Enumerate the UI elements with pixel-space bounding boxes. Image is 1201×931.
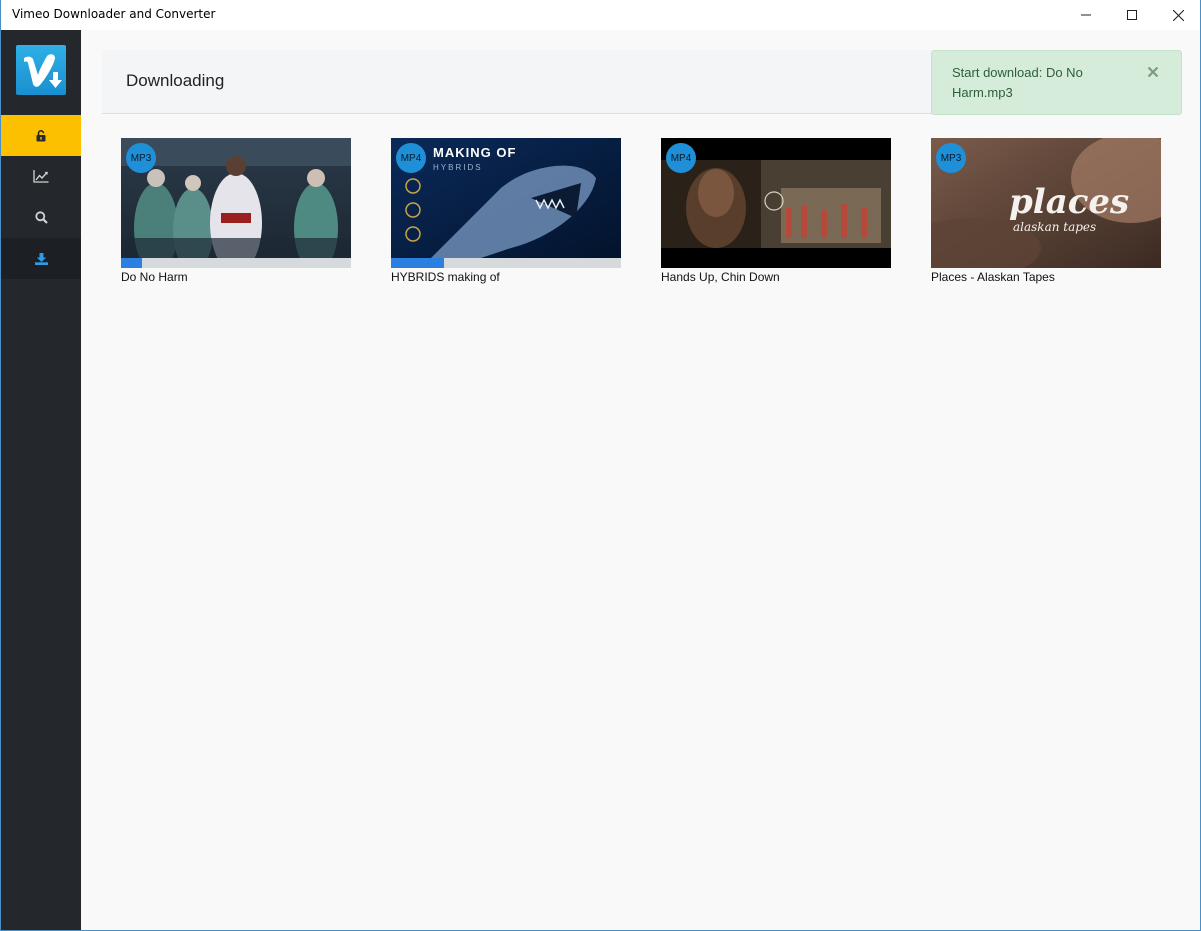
format-badge: MP4 — [666, 143, 696, 173]
unlock-icon — [36, 129, 46, 141]
download-card[interactable]: places alaskan tapes MP3 Places - Alaska… — [931, 138, 1161, 284]
maximize-button[interactable] — [1109, 0, 1155, 30]
window-title: Vimeo Downloader and Converter — [12, 7, 216, 21]
close-icon — [1172, 9, 1184, 21]
download-progress-bar — [391, 258, 621, 268]
video-thumbnail: MP4 — [661, 138, 891, 268]
toast-message: Start download: Do No Harm.mp3 — [952, 65, 1083, 100]
download-icon — [34, 252, 48, 265]
sidebar-item-unlock[interactable] — [1, 115, 81, 156]
close-button[interactable] — [1155, 0, 1201, 30]
video-thumbnail: MAKING OF HYBRIDS MP4 — [391, 138, 621, 268]
sidebar — [1, 30, 81, 930]
format-badge: MP4 — [396, 143, 426, 173]
download-card[interactable]: MAKING OF HYBRIDS MP4 HYBRIDS making of — [391, 138, 621, 284]
search-icon — [34, 211, 48, 224]
minimize-button[interactable] — [1063, 0, 1109, 30]
video-thumbnail: MP3 — [121, 138, 351, 268]
video-title: Hands Up, Chin Down — [661, 270, 780, 284]
sidebar-nav — [1, 115, 81, 279]
vimeo-logo — [16, 45, 66, 95]
toast-close-button[interactable] — [1147, 65, 1161, 79]
video-thumbnail: places alaskan tapes MP3 — [931, 138, 1161, 268]
download-progress-bar — [121, 258, 351, 268]
sidebar-item-stats[interactable] — [1, 156, 81, 197]
close-icon — [1147, 66, 1159, 78]
video-title: Places - Alaskan Tapes — [931, 270, 1055, 284]
thumbnail-overlay-text: MAKING OF — [433, 145, 516, 160]
minimize-icon — [1081, 14, 1091, 16]
download-card[interactable]: MP3 Do No Harm — [121, 138, 351, 284]
format-badge: MP3 — [126, 143, 156, 173]
main-content: Downloading Start download: Do No Harm.m… — [81, 30, 1200, 930]
sidebar-item-search[interactable] — [1, 197, 81, 238]
video-title: Do No Harm — [121, 270, 188, 284]
progress-fill — [121, 258, 142, 268]
app-window: Vimeo Downloader and Converter Downloadi… — [0, 0, 1201, 931]
format-badge: MP3 — [936, 143, 966, 173]
page-title: Downloading — [126, 71, 225, 90]
sidebar-item-downloads[interactable] — [1, 238, 81, 279]
line-chart-icon — [33, 170, 49, 183]
maximize-icon — [1127, 10, 1137, 20]
progress-fill — [391, 258, 444, 268]
thumbnail-overlay-subtext: HYBRIDS — [433, 163, 483, 172]
download-card[interactable]: MP4 Hands Up, Chin Down — [661, 138, 891, 284]
title-bar: Vimeo Downloader and Converter — [1, 0, 1200, 30]
vimeo-download-icon — [24, 54, 62, 88]
thumbnail-overlay-text: places — [1009, 182, 1129, 222]
thumbnail-overlay-subtext: alaskan tapes — [1013, 220, 1096, 234]
notification-toast: Start download: Do No Harm.mp3 — [931, 50, 1182, 115]
video-title: HYBRIDS making of — [391, 270, 500, 284]
